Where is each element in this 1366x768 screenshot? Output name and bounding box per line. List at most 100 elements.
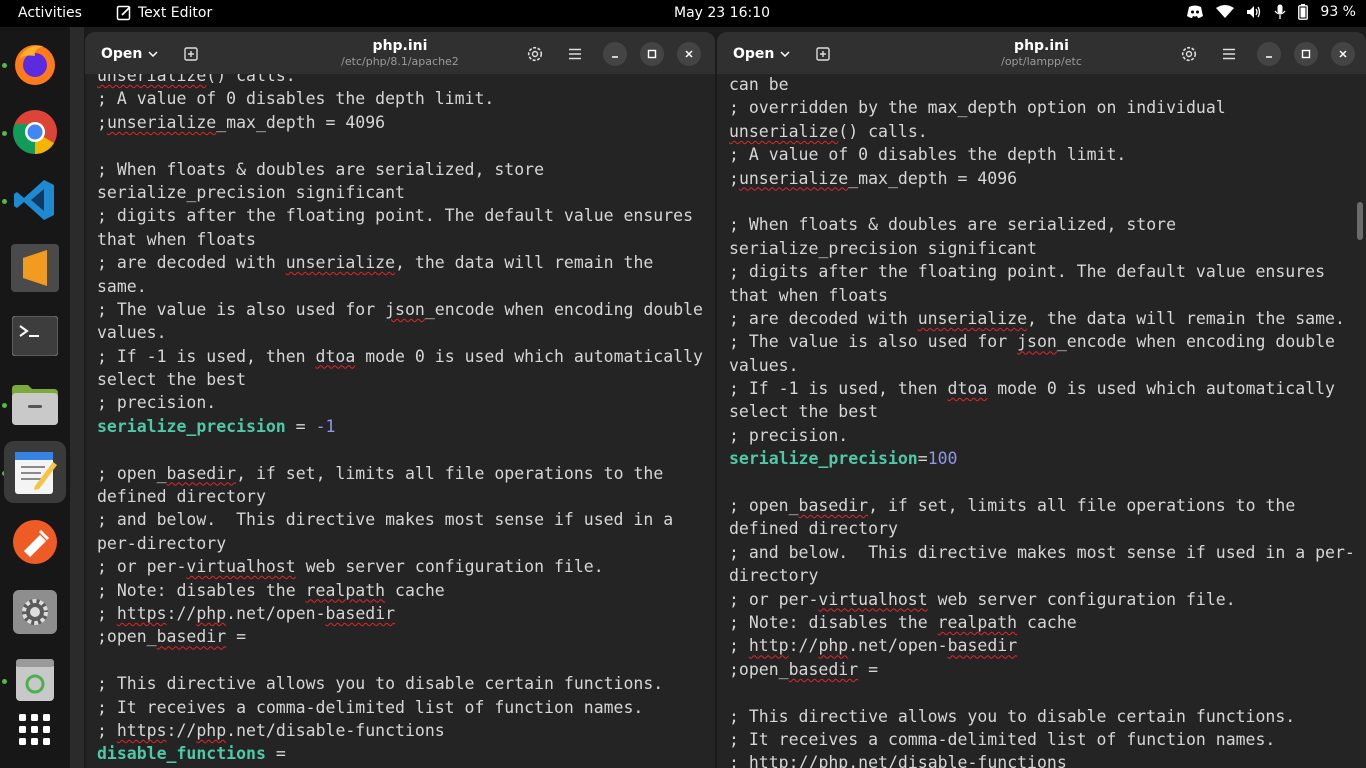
new-tab-button[interactable] <box>809 40 837 68</box>
code-line[interactable]: ; digits after the floating point. The d… <box>97 204 703 227</box>
code-line[interactable]: select the best <box>97 368 703 391</box>
system-tray[interactable]: 93 % <box>1186 4 1356 20</box>
dock-postman[interactable] <box>6 513 64 571</box>
code-content[interactable]: unserialize() calls.; A value of 0 disab… <box>97 74 703 766</box>
battery-icon[interactable] <box>1298 4 1309 20</box>
code-line[interactable]: ; are decoded with unserialize, the data… <box>729 307 1355 330</box>
code-line[interactable]: serialize_precision=100 <box>729 447 1355 470</box>
header-bar[interactable]: Open php.ini /etc/php/8.1/apache2 <box>85 32 715 74</box>
code-line[interactable]: ; open_basedir, if set, limits all file … <box>97 462 703 485</box>
app-menu[interactable]: Text Editor <box>116 5 212 21</box>
code-line[interactable]: select the best <box>729 400 1355 423</box>
code-line[interactable]: disable_functions = <box>97 742 703 765</box>
code-line[interactable]: ; A value of 0 disables the depth limit. <box>729 143 1355 166</box>
code-line[interactable]: per-directory <box>97 532 703 555</box>
code-line[interactable]: ; overridden by the max_depth option on … <box>729 96 1355 119</box>
code-line[interactable]: ; https://php.net/disable-functions <box>97 719 703 742</box>
code-line[interactable]: ;unserialize_max_depth = 4096 <box>97 111 703 134</box>
document-settings-button[interactable] <box>1175 40 1203 68</box>
code-line[interactable]: can be <box>729 74 1355 96</box>
code-line[interactable]: defined directory <box>97 485 703 508</box>
code-line[interactable]: values. <box>729 354 1355 377</box>
volume-icon[interactable] <box>1246 5 1262 19</box>
code-line[interactable] <box>97 134 703 157</box>
code-line[interactable]: ;open_basedir = <box>97 625 703 648</box>
code-line[interactable]: ; The value is also used for json_encode… <box>729 330 1355 353</box>
code-line[interactable]: unserialize() calls. <box>97 74 703 87</box>
minimize-button[interactable] <box>1255 40 1283 68</box>
code-line[interactable]: serialize_precision significant <box>729 237 1355 260</box>
code-line[interactable]: ;open_basedir = <box>729 658 1355 681</box>
main-menu-button[interactable] <box>561 40 589 68</box>
clock[interactable]: May 23 16:10 <box>674 5 770 21</box>
code-line[interactable]: same. <box>97 275 703 298</box>
dock-terminal[interactable] <box>6 307 64 365</box>
dock-vscode[interactable] <box>6 171 64 229</box>
dock-text-editor[interactable] <box>4 441 66 503</box>
code-line[interactable]: ; http://php.net/disable-functions <box>729 751 1355 768</box>
code-line[interactable]: values. <box>97 321 703 344</box>
dock-sublime[interactable] <box>6 239 64 297</box>
dock-app-grid[interactable] <box>6 701 64 759</box>
header-bar[interactable]: Open php.ini /opt/lampp/etc <box>717 32 1366 74</box>
code-line[interactable]: ; digits after the floating point. The d… <box>729 260 1355 283</box>
code-line[interactable]: ; The value is also used for json_encode… <box>97 298 703 321</box>
scrollbar-thumb[interactable] <box>1357 202 1363 240</box>
code-line[interactable]: ; It receives a comma-delimited list of … <box>97 696 703 719</box>
code-line[interactable]: ; This directive allows you to disable c… <box>729 705 1355 728</box>
code-line[interactable]: ; This directive allows you to disable c… <box>97 672 703 695</box>
text-editor-window-right[interactable]: Open php.ini /opt/lampp/etc can be ; over… <box>717 32 1366 768</box>
document-settings-button[interactable] <box>521 40 549 68</box>
microphone-icon[interactable] <box>1274 4 1286 20</box>
wifi-icon[interactable] <box>1216 5 1235 19</box>
code-line[interactable] <box>729 681 1355 704</box>
code-line[interactable]: ; If -1 is used, then dtoa mode 0 is use… <box>729 377 1355 400</box>
close-button[interactable] <box>1329 40 1357 68</box>
text-editor-window-left[interactable]: Open php.ini /etc/php/8.1/apache2 unseri… <box>85 32 715 768</box>
discord-icon[interactable] <box>1186 5 1204 19</box>
code-line[interactable]: ; precision. <box>97 391 703 414</box>
code-line[interactable]: ; and below. This directive makes most s… <box>729 541 1355 564</box>
dock-files[interactable] <box>6 375 64 433</box>
code-line[interactable]: ; Note: disables the realpath cache <box>97 579 703 602</box>
code-line[interactable]: ; precision. <box>729 424 1355 447</box>
code-line[interactable]: ; If -1 is used, then dtoa mode 0 is use… <box>97 345 703 368</box>
code-line[interactable]: ; and below. This directive makes most s… <box>97 508 703 531</box>
code-line[interactable]: defined directory <box>729 517 1355 540</box>
maximize-button[interactable] <box>1292 40 1320 68</box>
dock-settings[interactable] <box>6 583 64 641</box>
code-content[interactable]: can be ; overridden by the max_depth opti… <box>729 74 1355 768</box>
code-line[interactable]: that when floats <box>97 228 703 251</box>
open-button[interactable]: Open <box>725 40 798 68</box>
new-tab-button[interactable] <box>177 40 205 68</box>
text-view[interactable]: can be ; overridden by the max_depth opti… <box>717 74 1366 768</box>
code-line[interactable]: unserialize() calls. <box>729 120 1355 143</box>
code-line[interactable]: serialize_precision significant <box>97 181 703 204</box>
code-line[interactable]: ;unserialize_max_depth = 4096 <box>729 167 1355 190</box>
code-line[interactable] <box>97 438 703 461</box>
close-button[interactable] <box>675 40 703 68</box>
code-line[interactable]: serialize_precision = -1 <box>97 415 703 438</box>
code-line[interactable]: ; or per-virtualhost web server configur… <box>97 555 703 578</box>
minimize-button[interactable] <box>601 40 629 68</box>
code-line[interactable]: ; A value of 0 disables the depth limit. <box>97 87 703 110</box>
code-line[interactable] <box>729 190 1355 213</box>
code-line[interactable]: that when floats <box>729 284 1355 307</box>
code-line[interactable] <box>97 649 703 672</box>
code-line[interactable]: ; When floats & doubles are serialized, … <box>97 158 703 181</box>
text-view[interactable]: unserialize() calls.; A value of 0 disab… <box>85 74 715 768</box>
code-line[interactable]: ; When floats & doubles are serialized, … <box>729 213 1355 236</box>
main-menu-button[interactable] <box>1215 40 1243 68</box>
open-button[interactable]: Open <box>93 40 166 68</box>
activities-button[interactable]: Activities <box>18 5 82 21</box>
code-line[interactable]: directory <box>729 564 1355 587</box>
dock-firefox[interactable] <box>6 35 64 93</box>
code-line[interactable]: ; https://php.net/open-basedir <box>97 602 703 625</box>
code-line[interactable]: ; http://php.net/open-basedir <box>729 634 1355 657</box>
code-line[interactable]: ; or per-virtualhost web server configur… <box>729 588 1355 611</box>
code-line[interactable]: ; Note: disables the realpath cache <box>729 611 1355 634</box>
maximize-button[interactable] <box>638 40 666 68</box>
dock-chrome[interactable] <box>6 103 64 161</box>
code-line[interactable]: ; It receives a comma-delimited list of … <box>729 728 1355 751</box>
code-line[interactable] <box>729 471 1355 494</box>
